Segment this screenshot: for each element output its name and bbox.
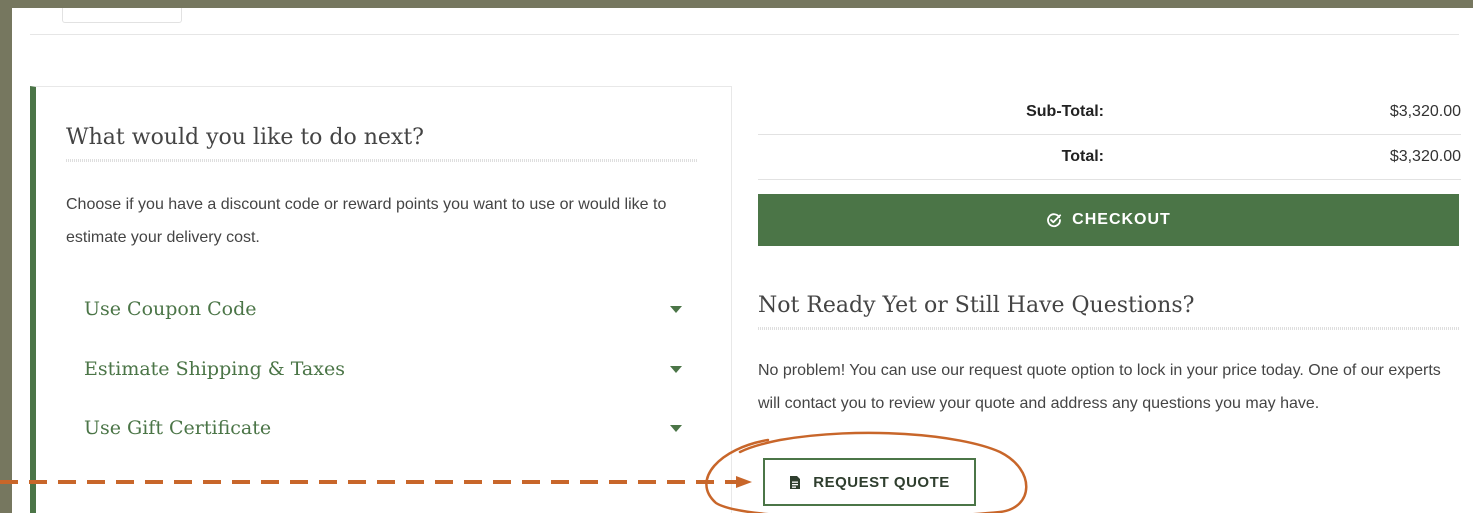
document-icon xyxy=(789,475,801,490)
title-underline xyxy=(66,159,697,162)
title-underline xyxy=(758,327,1459,330)
request-quote-label: REQUEST QUOTE xyxy=(813,473,950,491)
coupon-code-toggle[interactable]: Use Coupon Code xyxy=(84,291,684,327)
caret-down-icon xyxy=(670,365,682,373)
check-circle-icon xyxy=(1046,212,1062,228)
accordion-label: Use Coupon Code xyxy=(84,298,257,320)
questions-title: Not Ready Yet or Still Have Questions? xyxy=(758,293,1195,318)
accordion-label: Estimate Shipping & Taxes xyxy=(84,358,345,380)
panel-description: Choose if you have a discount code or re… xyxy=(66,196,667,246)
caret-down-icon xyxy=(670,424,682,432)
gift-certificate-toggle[interactable]: Use Gift Certificate xyxy=(84,410,684,446)
order-totals: Sub-Total: $3,320.00 Total: $3,320.00 xyxy=(758,90,1461,180)
checkout-label: CHECKOUT xyxy=(1072,211,1171,228)
total-row: Total: $3,320.00 xyxy=(758,135,1461,180)
top-tab[interactable] xyxy=(62,8,182,23)
panel-title: What would you like to do next? xyxy=(66,125,424,150)
page: What would you like to do next? Choose i… xyxy=(12,8,1473,513)
divider xyxy=(30,34,1459,35)
checkout-button[interactable]: CHECKOUT xyxy=(758,194,1459,246)
total-value: $3,320.00 xyxy=(1389,148,1461,165)
request-quote-button[interactable]: REQUEST QUOTE xyxy=(763,458,976,506)
accordion-label: Use Gift Certificate xyxy=(84,417,272,439)
subtotal-value: $3,320.00 xyxy=(1389,103,1461,120)
caret-down-icon xyxy=(670,305,682,313)
questions-description: No problem! You can use our request quot… xyxy=(758,362,1441,412)
total-label: Total: xyxy=(1061,148,1104,165)
shipping-taxes-toggle[interactable]: Estimate Shipping & Taxes xyxy=(84,351,684,387)
subtotal-label: Sub-Total: xyxy=(1026,103,1104,120)
subtotal-row: Sub-Total: $3,320.00 xyxy=(758,90,1461,135)
